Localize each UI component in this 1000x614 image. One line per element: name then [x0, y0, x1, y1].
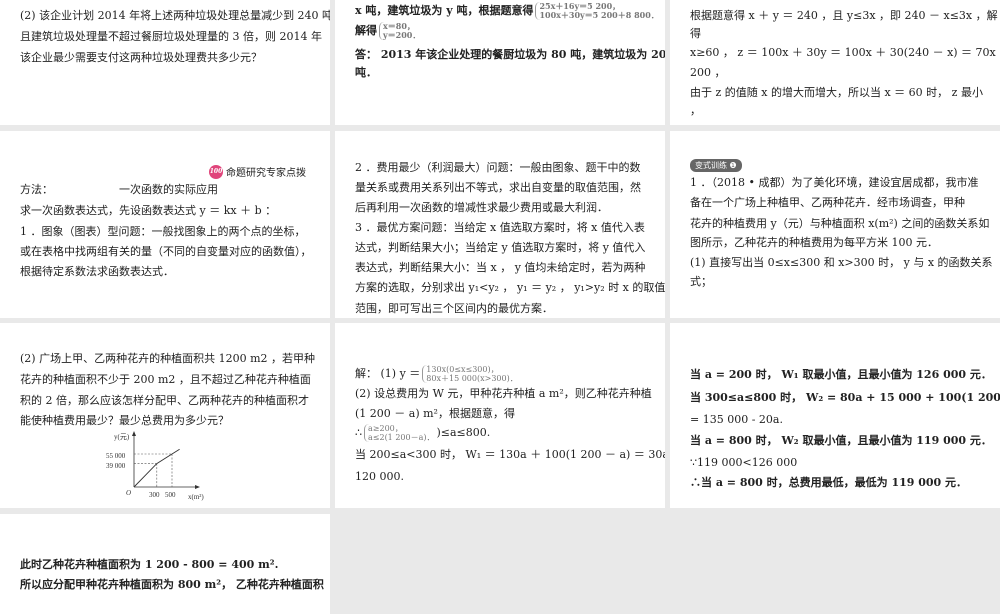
equation: y＝200．: [383, 30, 421, 40]
text-line: 1 ．图象（图表）型问题：一般找图象上的两个点的坐标，: [20, 225, 306, 238]
text-line: x≥60 ， z ＝ 100x ＋ 30y ＝ 100x ＋ 30(240 － …: [690, 46, 1000, 59]
text: 解： (1) y ＝: [355, 367, 421, 380]
slide-thumbnail-8[interactable]: 解： (1) y ＝ 130x(0≤x≤300)， 80x＋15 000(x>300…: [335, 323, 665, 508]
y-axis-arrow-icon: [132, 431, 136, 436]
text-line: 图所示，乙种花卉的种植费用为每平方米 100 元．: [690, 236, 938, 249]
method-label: 方法：: [20, 183, 53, 196]
text-line: 根据待定系数法求函数表达式．: [20, 265, 174, 278]
text-line: 该企业最少需要支付这两种垃圾处理费共多少元？: [20, 51, 262, 64]
text-line: 当 a = 200 时， W₁ 取最小值，且最小值为 126 000 元．: [690, 368, 992, 381]
text-line: ∵119 000<126 000: [690, 456, 798, 469]
text-line: 3 ．最优方案问题：当给定 x 值选取方案时，将 x 值代入表: [355, 221, 645, 234]
text-line: 能使种植费用最少？最少总费用为多少元？: [20, 414, 229, 427]
text-line: 根据题意得 x ＋ y ＝ 240 ，且 y≤3x ，即 240 － x≤3x …: [690, 9, 998, 22]
text-line: 量关系或费用关系列出不等式，求出自变量的取值范围，然: [355, 181, 641, 194]
text-line: 式；: [690, 275, 712, 288]
text-line: 求一次函数表达式，先设函数表达式 y ＝ kx ＋ b ：: [20, 204, 277, 217]
text-line: 备在一个广场上种植甲、乙两种花卉．经市场调查，甲种: [690, 196, 965, 209]
text-line: 积的 2 倍，那么应该怎样分配甲、乙两种花卉的种植面积才: [20, 394, 309, 407]
text-line: 当 300≤a≤800 时， W₂ = 80a + 15 000 + 100(1…: [690, 391, 1000, 404]
slide-thumbnail-5[interactable]: 2 ．费用最少（利润最大）问题：一般由图象、题干中的数 量关系或费用关系列出不等…: [335, 131, 665, 318]
text-line: x 吨，建筑垃圾为 y 吨，根据题意得 25x＋16y＝5 200， 100x＋30…: [355, 2, 661, 20]
brand-logo-icon: 100: [209, 164, 223, 179]
text: 解得: [355, 24, 377, 37]
equation-system: 25x＋16y＝5 200， 100x＋30y＝5 200＋8 800．: [535, 2, 659, 20]
expert-tip-header: 100 命题研究专家点拨: [209, 164, 306, 179]
text-line: 解得 x＝80， y＝200．: [355, 22, 422, 40]
text: )≤a≤800.: [436, 426, 491, 439]
text-line: 表达式，判断结果大小：当 x ， y 值均未给定时，若为两种: [355, 261, 646, 274]
equation-system: x＝80， y＝200．: [379, 22, 420, 40]
slide-thumbnail-1[interactable]: (2) 该企业计划 2014 年将上述两种垃圾处理总量减少到 240 吨， 且建…: [0, 0, 330, 125]
text-line: 1 ．（2018 • 成都）为了美化环境，建设宜居成都，我市准: [690, 176, 979, 189]
x-tick-label: 500: [165, 491, 176, 499]
method-title: 一次函数的实际应用: [119, 183, 218, 196]
x-tick-label: 300: [149, 491, 160, 499]
text-line: 方法： 一次函数的实际应用: [20, 183, 218, 197]
text-line: ，: [690, 104, 701, 117]
text-line: 且建筑垃圾处理量不超过餐厨垃圾处理量的 3 倍，则 2014 年: [20, 30, 322, 43]
equation: 130x(0≤x≤300)，: [426, 365, 499, 374]
equation: a≥200，: [368, 424, 403, 433]
x-axis-arrow-icon: [195, 485, 200, 489]
variant-training-badge: 变式训练 ❶: [690, 159, 742, 172]
text-line: 当 a = 800 时， W₂ 取最小值，且最小值为 119 000 元．: [690, 434, 992, 447]
text-line: (1 200 － a) m²，根据题意，得: [355, 407, 515, 420]
y-tick-label: 55 000: [106, 452, 126, 460]
text-line: 达式，判断结果大小；当给定 y 值选取方案时，将 y 值代入: [355, 241, 646, 254]
y-tick-label: 39 000: [106, 462, 126, 470]
text-line: (1) 直接写出当 0≤x≤300 和 x>300 时， y 与 x 的函数关系: [690, 256, 993, 269]
slide-thumbnail-9[interactable]: 当 a = 200 时， W₁ 取最小值，且最小值为 126 000 元． 当 …: [670, 323, 1000, 508]
piecewise-function: 130x(0≤x≤300)， 80x＋15 000(x>300)．: [422, 365, 518, 383]
text-line: 花卉的种植费用 y（元）与种植面积 x(m²) 之间的函数关系如: [690, 217, 990, 230]
text-line: 解： (1) y ＝ 130x(0≤x≤300)， 80x＋15 000(x>300…: [355, 365, 520, 383]
text-line: 范围，即可写出三个区间内的最优方案．: [355, 302, 553, 315]
text-line: 花卉的种植面积不少于 200 m2 ，且不超过乙种花卉种植面: [20, 373, 311, 386]
cost-area-graph: y(元) x(m²) O 55 000 39 000 300 500: [106, 431, 204, 501]
slide-thumbnail-6[interactable]: 变式训练 ❶ 1 ．（2018 • 成都）为了美化环境，建设宜居成都，我市准 备…: [670, 131, 1000, 318]
text-line: (2) 该企业计划 2014 年将上述两种垃圾处理总量减少到 240 吨，: [20, 9, 330, 22]
text: ∴: [355, 426, 362, 439]
text-line: 此时乙种花卉种植面积为 1 200 - 800 = 400 m².: [20, 558, 279, 571]
text: x 吨，建筑垃圾为 y 吨，根据题意得: [355, 4, 534, 17]
expert-tip-label: 命题研究专家点拨: [226, 168, 306, 179]
text-line: 由于 z 的值随 x 的增大而增大，所以当 x ＝ 60 时， z 最小: [690, 86, 983, 99]
slide-thumbnail-7[interactable]: (2) 广场上甲、乙两种花卉的种植面积共 1200 m2 ，若甲种 花卉的种植面…: [0, 323, 330, 508]
equation: 80x＋15 000(x>300)．: [426, 374, 518, 383]
text-line: 方案的选取，分别求出 y₁<y₂ ， y₁ ＝ y₂ ， y₁>y₂ 时 x 的…: [355, 281, 665, 294]
origin-label: O: [126, 489, 131, 497]
text-line: 吨．: [355, 66, 377, 79]
text-line: 当 200≤a<300 时， W₁ ＝ 130a ＋ 100(1 200 － a…: [355, 448, 665, 461]
slide-thumbnail-4[interactable]: 100 命题研究专家点拨 方法： 一次函数的实际应用 求一次函数表达式，先设函数表…: [0, 131, 330, 318]
slide-thumbnail-3[interactable]: 根据题意得 x ＋ y ＝ 240 ，且 y≤3x ，即 240 － x≤3x …: [670, 0, 1000, 125]
slide-thumbnail-2[interactable]: x 吨，建筑垃圾为 y 吨，根据题意得 25x＋16y＝5 200， 100x＋30…: [335, 0, 665, 125]
text-line: 120 000.: [355, 470, 404, 483]
text-line: 2 ．费用最少（利润最大）问题：一般由图象、题干中的数: [355, 161, 641, 174]
y-axis-label: y(元): [114, 433, 130, 441]
text-line: (2) 广场上甲、乙两种花卉的种植面积共 1200 m2 ，若甲种: [20, 352, 315, 365]
text-line: 200 ，: [690, 66, 726, 79]
inequality-system: a≥200， a≤2(1 200－a)．: [364, 424, 434, 442]
text-line: (2) 设总费用为 W 元，甲种花卉种植 a m²，则乙种花卉种植: [355, 387, 652, 400]
text-line: = 135 000 - 20a.: [690, 413, 783, 426]
text-line: 答： 2013 年该企业处理的餐厨垃圾为 80 吨，建筑垃圾为 200: [355, 48, 665, 61]
text-line: 后再利用一次函数的增减性求最少费用或最大利润．: [355, 201, 608, 214]
text-line: ∴当 a = 800 时，总费用最低，最低为 119 000 元．: [690, 476, 968, 489]
text-line: 得: [690, 27, 701, 40]
text-line: 或在表格中找两组有关的量（不同的自变量对应的函数值），: [20, 245, 312, 258]
x-axis-label: x(m²): [188, 493, 204, 501]
text-line: 所以应分配甲种花卉种植面积为 800 m²， 乙种花卉种植面积: [20, 578, 324, 591]
equation: 100x＋30y＝5 200＋8 800．: [539, 10, 659, 20]
equation: a≤2(1 200－a)．: [368, 433, 435, 442]
slide-thumbnail-10[interactable]: 此时乙种花卉种植面积为 1 200 - 800 = 400 m². 所以应分配甲…: [0, 514, 330, 614]
text-line: ∴ a≥200， a≤2(1 200－a)．)≤a≤800.: [355, 424, 490, 442]
